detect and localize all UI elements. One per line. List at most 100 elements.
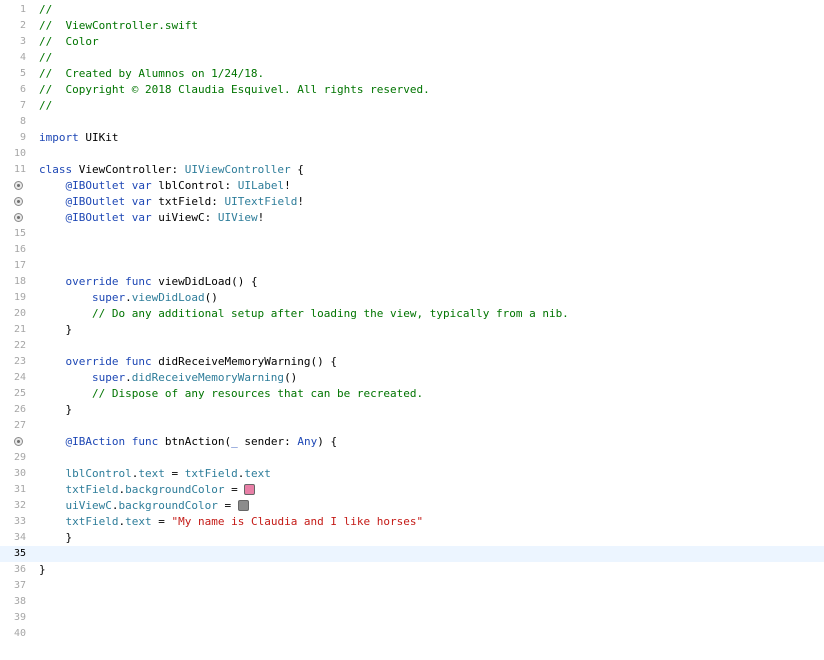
- code-line[interactable]: 32 uiViewC.backgroundColor =: [0, 498, 824, 514]
- line-number[interactable]: 24: [0, 370, 26, 386]
- line-number[interactable]: 25: [0, 386, 26, 402]
- code-line[interactable]: 36}: [0, 562, 824, 578]
- code-line[interactable]: 33 txtField.text = "My name is Claudia a…: [0, 514, 824, 530]
- code-line[interactable]: 28 @IBAction func btnAction(_ sender: An…: [0, 434, 824, 450]
- code-line[interactable]: 14 @IBOutlet var uiViewC: UIView!: [0, 210, 824, 226]
- code-line[interactable]: 23 override func didReceiveMemoryWarning…: [0, 354, 824, 370]
- line-number[interactable]: 9: [0, 130, 26, 146]
- line-number[interactable]: 2: [0, 18, 26, 34]
- line-number[interactable]: 11: [0, 162, 26, 178]
- code-line[interactable]: 8: [0, 114, 824, 130]
- code-line[interactable]: 9 import UIKit: [0, 130, 824, 146]
- code-line[interactable]: 19 super.viewDidLoad(): [0, 290, 824, 306]
- color-literal-swatch[interactable]: [244, 484, 256, 495]
- code-token: sender:: [237, 435, 298, 448]
- line-number[interactable]: 16: [0, 242, 26, 258]
- code-line[interactable]: 22: [0, 338, 824, 354]
- code-line[interactable]: 29: [0, 450, 824, 466]
- code-line[interactable]: 3 // Color: [0, 34, 824, 50]
- code-line[interactable]: 37: [0, 578, 824, 594]
- code-line[interactable]: 13 @IBOutlet var txtField: UITextField!: [0, 194, 824, 210]
- code-token: backgroundColor: [118, 499, 218, 512]
- line-number[interactable]: 36: [0, 562, 26, 578]
- line-number[interactable]: 21: [0, 322, 26, 338]
- code-line[interactable]: 2 // ViewController.swift: [0, 18, 824, 34]
- code-line[interactable]: 12 @IBOutlet var lblControl: UILabel!: [0, 178, 824, 194]
- line-number[interactable]: 6: [0, 82, 26, 98]
- line-number[interactable]: 26: [0, 402, 26, 418]
- code-line[interactable]: 38: [0, 594, 824, 610]
- code-line[interactable]: 30 lblControl.text = txtField.text: [0, 466, 824, 482]
- code-editor[interactable]: 1 // 2 // ViewController.swift 3 // Color 4 // 5…: [0, 0, 824, 660]
- line-number[interactable]: 31: [0, 482, 26, 498]
- code-line[interactable]: 11 class ViewController: UIViewController…: [0, 162, 824, 178]
- code-line[interactable]: 5 // Created by Alumnos on 1/24/18.: [0, 66, 824, 82]
- code-line[interactable]: 6 // Copyright © 2018 Claudia Esquivel. A…: [0, 82, 824, 98]
- line-number[interactable]: 33: [0, 514, 26, 530]
- line-number[interactable]: 20: [0, 306, 26, 322]
- color-literal-swatch[interactable]: [237, 500, 249, 511]
- line-number[interactable]: 38: [0, 594, 26, 610]
- line-number[interactable]: 8: [0, 114, 26, 130]
- line-number[interactable]: 3: [0, 34, 26, 50]
- code-line[interactable]: 18 override func viewDidLoad() {: [0, 274, 824, 290]
- code-token: viewDidLoad() {: [151, 275, 258, 288]
- code-text: import UIKit: [39, 130, 119, 146]
- code-line[interactable]: 34 }: [0, 530, 824, 546]
- code-line[interactable]: 16: [0, 242, 824, 258]
- line-number[interactable]: 27: [0, 418, 26, 434]
- code-token: =: [217, 499, 238, 512]
- line-number[interactable]: 34: [0, 530, 26, 546]
- code-token: @IBOutlet: [65, 211, 126, 224]
- line-number[interactable]: 37: [0, 578, 26, 594]
- code-line[interactable]: 27: [0, 418, 824, 434]
- line-number[interactable]: 17: [0, 258, 26, 274]
- code-line[interactable]: 26 }: [0, 402, 824, 418]
- line-number[interactable]: 39: [0, 610, 26, 626]
- code-line[interactable]: 10: [0, 146, 824, 162]
- line-number[interactable]: 23: [0, 354, 26, 370]
- line-number[interactable]: 5: [0, 66, 26, 82]
- line-number[interactable]: 35: [0, 546, 26, 562]
- line-number[interactable]: 19: [0, 290, 26, 306]
- code-text: // Color: [39, 34, 99, 50]
- code-line[interactable]: 17: [0, 258, 824, 274]
- line-number[interactable]: 30: [0, 466, 26, 482]
- code-text: // ViewController.swift: [39, 18, 198, 34]
- outlet-connection-icon[interactable]: [14, 197, 23, 206]
- line-number[interactable]: 1: [0, 2, 26, 18]
- line-number[interactable]: 22: [0, 338, 26, 354]
- code-text: txtField.backgroundColor =: [39, 482, 256, 498]
- code-text: lblControl.text = txtField.text: [39, 466, 271, 482]
- line-number[interactable]: 18: [0, 274, 26, 290]
- code-token: .: [125, 291, 132, 304]
- line-number[interactable]: 40: [0, 626, 26, 642]
- code-line[interactable]: 39: [0, 610, 824, 626]
- code-line[interactable]: 31 txtField.backgroundColor =: [0, 482, 824, 498]
- code-line[interactable]: 24 super.didReceiveMemoryWarning(): [0, 370, 824, 386]
- code-token: uiViewC: [65, 499, 112, 512]
- line-number[interactable]: 32: [0, 498, 26, 514]
- code-token: lblControl:: [151, 179, 238, 192]
- code-line[interactable]: 4 //: [0, 50, 824, 66]
- code-line[interactable]: 40: [0, 626, 824, 642]
- code-line[interactable]: 35: [0, 546, 824, 562]
- line-number[interactable]: 7: [0, 98, 26, 114]
- line-number[interactable]: 10: [0, 146, 26, 162]
- code-line[interactable]: 20 // Do any additional setup after load…: [0, 306, 824, 322]
- outlet-connection-icon[interactable]: [14, 213, 23, 222]
- code-text: // Do any additional setup after loading…: [39, 306, 569, 322]
- code-text: @IBOutlet var uiViewC: UIView!: [39, 210, 265, 226]
- code-line[interactable]: 21 }: [0, 322, 824, 338]
- line-number[interactable]: 29: [0, 450, 26, 466]
- code-line[interactable]: 7 //: [0, 98, 824, 114]
- code-line[interactable]: 1 //: [0, 2, 824, 18]
- code-line[interactable]: 15: [0, 226, 824, 242]
- line-number[interactable]: 4: [0, 50, 26, 66]
- line-number[interactable]: 15: [0, 226, 26, 242]
- outlet-connection-icon[interactable]: [14, 437, 23, 446]
- outlet-connection-icon[interactable]: [14, 181, 23, 190]
- code-line[interactable]: 25 // Dispose of any resources that can …: [0, 386, 824, 402]
